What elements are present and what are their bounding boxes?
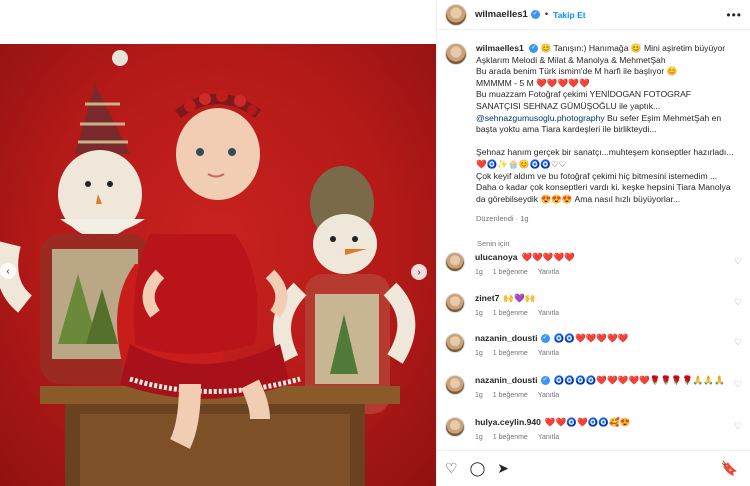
post-header: wilmaelles1 ✓ • Takip Et •••	[437, 0, 750, 30]
heart-icon[interactable]: ♡	[445, 460, 458, 477]
comment-meta: 1g 1 beğenme Yanıtla	[475, 390, 725, 401]
verified-badge-icon: ✓	[530, 10, 540, 19]
comment-meta: 1g 1 beğenme Yanıtla	[475, 308, 569, 319]
comment-text: 🧿🧿🧿🧿❤️❤️❤️❤️❤️🌹🌹🌹🌹🙏🙏🙏	[553, 375, 725, 385]
verified-badge-icon: ✓	[540, 376, 550, 386]
post-detail-panel: wilmaelles1 ✓ • Takip Et ••• wilmaelles1…	[436, 0, 750, 486]
comment-time: 1g	[475, 350, 483, 357]
avatar[interactable]	[445, 3, 467, 26]
verified-badge-icon: ✓	[540, 334, 550, 344]
comment-time: 1g	[475, 269, 483, 276]
comment-body: nazanin_dousti ✓ 🧿🧿🧿🧿❤️❤️❤️❤️❤️🌹🌹🌹🌹🙏🙏🙏 1g 1 …	[475, 375, 725, 401]
comment-row: ulucanoya ❤️❤️❤️❤️❤️ 1g 1 beğenme Yanıtla ♡	[437, 252, 750, 278]
comment-likes[interactable]: 1 beğenme	[493, 434, 528, 441]
comment-meta: 1g 1 beğenme Yanıtla	[475, 348, 628, 359]
see-translation-link[interactable]: Senin için	[477, 239, 750, 248]
header-username[interactable]: wilmaelles1	[475, 9, 528, 20]
right-snowman	[273, 166, 416, 414]
chevron-left-icon: ‹	[6, 265, 10, 277]
mention-link[interactable]: @sehnazgumusoglu.photography	[476, 113, 605, 123]
post-photo	[0, 44, 436, 486]
avatar[interactable]	[445, 43, 467, 65]
heart-icon[interactable]: ♡	[734, 337, 742, 348]
wooden-shelf	[40, 386, 400, 486]
comment-row: nazanin_dousti ✓ 🧿🧿🧿🧿❤️❤️❤️❤️❤️🌹🌹🌹🌹🙏🙏🙏 1g 1 …	[437, 375, 750, 401]
heart-icon[interactable]: ♡	[734, 256, 742, 267]
comment-meta: 1g 1 beğenme Yanıtla	[475, 432, 631, 443]
comment-meta: 1g 1 beğenme Yanıtla	[475, 267, 575, 278]
avatar[interactable]	[445, 375, 465, 395]
caption-text: wilmaelles1 ✓ 😊 Tanışın:) Hanımağa 😊 Min…	[476, 43, 736, 225]
heart-icon[interactable]: ♡	[734, 379, 742, 390]
heart-icon[interactable]: ♡	[734, 297, 742, 308]
avatar[interactable]	[445, 293, 465, 313]
separator-dot: •	[544, 9, 549, 20]
comment-body: nazanin_dousti ✓ 🧿🧿❤️❤️❤️❤️❤️ 1g 1 beğenme Ya…	[475, 333, 628, 359]
comment-text: 🙌💜🙌	[503, 293, 536, 303]
reply-button[interactable]: Yanıtla	[538, 269, 559, 276]
reply-button[interactable]: Yanıtla	[538, 392, 559, 399]
comment-body: hulya.ceylin.940 ❤️❤️🧿❤️🧿🧿🥰😍 1g 1 beğenme Ya…	[475, 417, 631, 443]
follow-button[interactable]: Takip Et	[553, 10, 585, 20]
comments-scroll[interactable]: wilmaelles1 ✓ 😊 Tanışın:) Hanımağa 😊 Min…	[437, 31, 750, 450]
reply-button[interactable]: Yanıtla	[538, 350, 559, 357]
avatar[interactable]	[445, 333, 465, 353]
comment-text: ❤️❤️❤️❤️❤️	[521, 252, 576, 262]
action-bar: ♡ ◯ ➤ 🔖	[437, 450, 750, 486]
previous-image-button[interactable]: ‹	[0, 263, 16, 279]
comment-row: zinet7 🙌💜🙌 1g 1 beğenme Yanıtla ♡	[437, 293, 750, 319]
comment-username[interactable]: zinet7	[475, 293, 499, 303]
comment-row: nazanin_dousti ✓ 🧿🧿❤️❤️❤️❤️❤️ 1g 1 beğenme Ya…	[437, 333, 750, 359]
more-options-icon[interactable]: •••	[726, 8, 742, 22]
comment-time: 1g	[475, 392, 483, 399]
comment-username[interactable]: nazanin_dousti	[475, 375, 538, 385]
baby-photo-illustration	[0, 50, 416, 486]
chevron-right-icon: ›	[417, 266, 421, 278]
comment-time: 1g	[475, 310, 483, 317]
post-media: ‹ ›	[0, 0, 436, 486]
comment-likes[interactable]: 1 beğenme	[493, 392, 528, 399]
share-icon[interactable]: ➤	[497, 460, 509, 477]
comment-text: 🧿🧿❤️❤️❤️❤️❤️	[553, 333, 629, 343]
caption: wilmaelles1 ✓ 😊 Tanışın:) Hanımağa 😊 Min…	[437, 31, 750, 225]
comment-likes[interactable]: 1 beğenme	[493, 269, 528, 276]
comment-text: ❤️❤️🧿❤️🧿🧿🥰😍	[544, 417, 631, 427]
comment-likes[interactable]: 1 beğenme	[493, 350, 528, 357]
avatar[interactable]	[445, 417, 465, 437]
comment-username[interactable]: ulucanoya	[475, 252, 518, 262]
comment-likes[interactable]: 1 beğenme	[493, 310, 528, 317]
reply-button[interactable]: Yanıtla	[538, 434, 559, 441]
comment-body: zinet7 🙌💜🙌 1g 1 beğenme Yanıtla	[475, 293, 569, 319]
caption-username[interactable]: wilmaelles1	[476, 43, 524, 53]
avatar[interactable]	[445, 252, 465, 272]
comment-time: 1g	[475, 434, 483, 441]
comment-body: ulucanoya ❤️❤️❤️❤️❤️ 1g 1 beğenme Yanıtla	[475, 252, 575, 278]
caption-edited-time: Düzenlendi · 1g	[476, 214, 529, 224]
comment-username[interactable]: nazanin_dousti	[475, 333, 538, 343]
heart-icon[interactable]: ♡	[734, 421, 742, 432]
verified-badge-icon: ✓	[529, 44, 539, 54]
comment-username[interactable]: hulya.ceylin.940	[475, 417, 541, 427]
comment-icon[interactable]: ◯	[470, 460, 486, 477]
bookmark-icon[interactable]: 🔖	[721, 460, 738, 477]
comment-row: hulya.ceylin.940 ❤️❤️🧿❤️🧿🧿🥰😍 1g 1 beğenme Ya…	[437, 417, 750, 443]
reply-button[interactable]: Yanıtla	[538, 310, 559, 317]
next-image-button[interactable]: ›	[411, 264, 427, 280]
